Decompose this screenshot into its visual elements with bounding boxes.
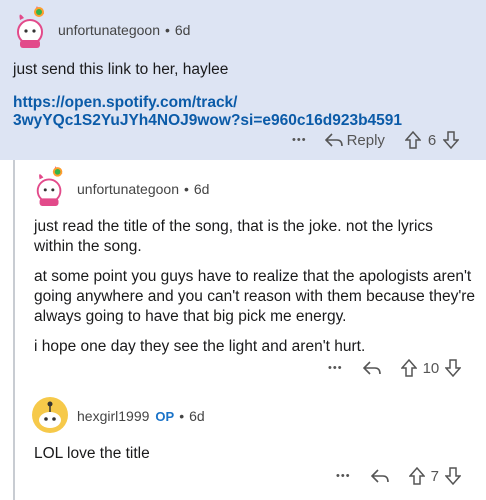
vote-count: 7 bbox=[430, 467, 439, 485]
separator: • bbox=[164, 22, 170, 38]
user-avatar[interactable] bbox=[32, 166, 68, 213]
thread-line[interactable] bbox=[13, 160, 15, 500]
comment-paragraph: at some point you guys have to realize t… bbox=[34, 268, 476, 325]
more-options-button[interactable]: ••• bbox=[292, 134, 307, 146]
downvote-button[interactable] bbox=[443, 131, 460, 149]
upvote-button[interactable] bbox=[404, 131, 421, 149]
comment-actions: ••• 10 bbox=[328, 359, 462, 377]
user-avatar[interactable] bbox=[12, 6, 50, 55]
reply-arrow-icon bbox=[370, 469, 389, 483]
comment-age: 6d bbox=[174, 22, 191, 38]
upvote-arrow-icon bbox=[404, 131, 421, 149]
comment-body: just send this link to her, haylee bbox=[13, 61, 229, 78]
upvote-arrow-icon bbox=[408, 467, 425, 485]
username[interactable]: unfortunategoon bbox=[77, 181, 179, 197]
comment-age: 6d bbox=[189, 408, 205, 424]
reply-button[interactable]: Reply bbox=[324, 131, 385, 149]
comment-header: unfortunategoon • 6d bbox=[58, 22, 190, 38]
comment-actions: ••• Reply 6 bbox=[292, 131, 460, 149]
comment-actions: ••• 7 bbox=[336, 467, 461, 485]
more-options-button[interactable]: ••• bbox=[336, 470, 351, 482]
downvote-arrow-icon bbox=[444, 467, 461, 485]
op-badge: OP bbox=[155, 408, 175, 424]
separator: • bbox=[183, 181, 189, 197]
separator: • bbox=[179, 408, 185, 424]
avatar-icon bbox=[36, 166, 63, 206]
username[interactable]: unfortunategoon bbox=[58, 22, 160, 38]
avatar-icon bbox=[17, 6, 44, 48]
comment-body: LOL love the title bbox=[34, 445, 150, 462]
comment-age: 6d bbox=[193, 181, 210, 197]
avatar-icon bbox=[32, 397, 68, 433]
more-options-button[interactable]: ••• bbox=[328, 362, 343, 374]
highlighted-comment: unfortunategoon • 6d just send this link… bbox=[0, 0, 486, 160]
downvote-button[interactable] bbox=[444, 467, 461, 485]
upvote-arrow-icon bbox=[400, 359, 417, 377]
comment-paragraph: just read the title of the song, that is… bbox=[34, 218, 433, 255]
user-avatar[interactable] bbox=[31, 396, 69, 439]
spotify-link-line1[interactable]: https://open.spotify.com/track/ bbox=[13, 93, 238, 113]
vote-count: 10 bbox=[422, 359, 440, 377]
vote-count: 6 bbox=[427, 131, 437, 149]
comment-paragraph: i hope one day they see the light and ar… bbox=[34, 338, 366, 355]
reply-arrow-icon bbox=[362, 361, 381, 375]
reply-label: Reply bbox=[346, 131, 385, 149]
reply-button[interactable] bbox=[370, 468, 389, 484]
username[interactable]: hexgirl1999 bbox=[77, 408, 149, 424]
comment-header: hexgirl1999 OP • 6d bbox=[77, 408, 205, 424]
downvote-arrow-icon bbox=[443, 131, 460, 149]
upvote-button[interactable] bbox=[408, 467, 425, 485]
comment-header: unfortunategoon • 6d bbox=[77, 181, 209, 197]
downvote-arrow-icon bbox=[445, 359, 462, 377]
downvote-button[interactable] bbox=[445, 359, 462, 377]
spotify-link-line2[interactable]: 3wyYQc1S2YuJYh4NOJ9wow?si=e960c16d923b45… bbox=[13, 111, 402, 131]
reply-button[interactable] bbox=[362, 360, 381, 376]
upvote-button[interactable] bbox=[400, 359, 417, 377]
reply-arrow-icon bbox=[324, 133, 343, 147]
